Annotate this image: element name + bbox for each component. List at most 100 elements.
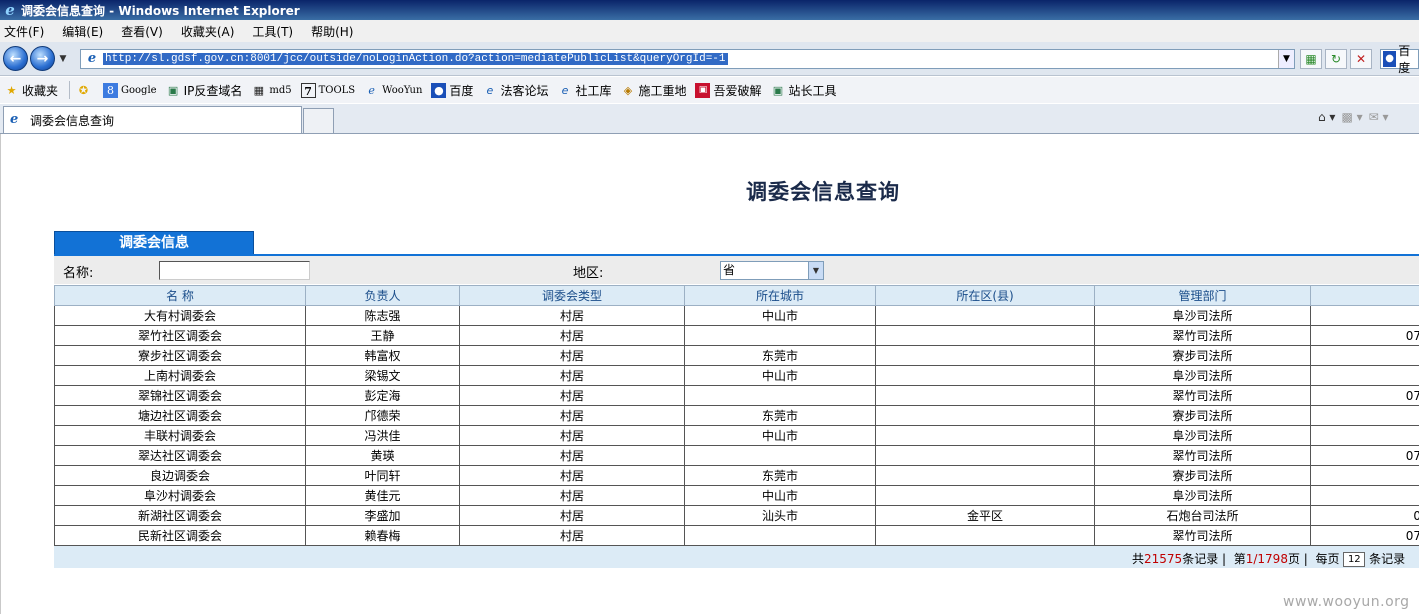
cell-district	[875, 405, 1095, 426]
section-tab[interactable]: 调委会信息	[54, 231, 254, 256]
col-header-type[interactable]: 调委会类型	[459, 285, 685, 306]
table-row[interactable]: 塘边社区调委会 邝德荣 村居 东莞市 寮步司法所	[54, 405, 1419, 426]
col-header-department[interactable]: 管理部门	[1094, 285, 1311, 306]
cell-department: 寮步司法所	[1094, 465, 1311, 486]
cell-city: 东莞市	[684, 345, 876, 366]
table-row[interactable]: 民新社区调委会赖春梅村居 翠竹司法所07	[54, 525, 1419, 546]
menu-view[interactable]: 查看(V)	[121, 23, 163, 40]
table-row[interactable]: 大有村调委会 陈志强 村居 中山市 阜沙司法所	[54, 305, 1419, 326]
cell-type: 村居	[459, 485, 685, 506]
table-row[interactable]: 寮步社区调委会 韩富权 村居 东莞市 寮步司法所	[54, 345, 1419, 366]
search-box[interactable]: ● 百度	[1380, 44, 1419, 75]
cell-type: 村居	[459, 365, 685, 386]
pagination-info: 共21575条记录 | 第1/1798页 | 每页 12 条记录	[1132, 552, 1406, 567]
baidu-paw-icon: ●	[1383, 51, 1397, 67]
fav-tools[interactable]: 7 TOOLS	[300, 82, 355, 98]
page-icon: ▣	[167, 83, 179, 97]
address-dropdown-icon[interactable]: ▼	[1278, 50, 1294, 68]
name-input[interactable]	[159, 261, 310, 280]
cell-leader: 黄瑛	[305, 445, 460, 466]
fav-baidu[interactable]: ● 百度	[431, 82, 473, 99]
menu-file[interactable]: 文件(F)	[4, 23, 44, 40]
cell-department: 翠竹司法所	[1094, 445, 1311, 466]
tab-current[interactable]: e 调委会信息查询	[3, 106, 302, 133]
chevron-down-icon[interactable]: ▼	[808, 262, 823, 279]
table-row[interactable]: 丰联村调委会 冯洪佳 村居 中山市 阜沙司法所	[54, 425, 1419, 446]
menu-edit[interactable]: 编辑(E)	[62, 23, 103, 40]
address-url[interactable]: http://sl.gdsf.gov.cn:8001/jcc/outside/n…	[103, 53, 728, 65]
fav-webmaster-tools[interactable]: ▣ 站长工具	[771, 82, 837, 99]
fav-ip-lookup[interactable]: ▣ IP反查域名	[166, 82, 242, 99]
cell-extra: 07	[1310, 525, 1419, 546]
mail-icon[interactable]: ✉ ▾	[1369, 110, 1389, 124]
fav-sgk[interactable]: e 社工库	[557, 82, 612, 99]
new-tab-button[interactable]	[303, 108, 334, 133]
fav-wooyun[interactable]: e WooYun	[364, 83, 422, 98]
forward-button[interactable]: →	[30, 46, 55, 71]
cell-city	[684, 445, 876, 466]
region-select[interactable]: 省 ▼	[720, 261, 824, 280]
col-header-leader[interactable]: 负责人	[305, 285, 460, 306]
cell-district	[875, 365, 1095, 386]
cell-extra	[1310, 485, 1419, 506]
table-row[interactable]: 翠锦社区调委会彭定海村居 翠竹司法所07	[54, 385, 1419, 406]
region-label: 地区:	[573, 266, 604, 281]
cell-name: 大有村调委会	[54, 305, 306, 326]
cell-district	[875, 305, 1095, 326]
cell-leader: 黄佳元	[305, 485, 460, 506]
fav-52pojie[interactable]: ▣ 吾爱破解	[695, 82, 762, 99]
stop-icon[interactable]: ✕	[1350, 49, 1372, 69]
menu-tools[interactable]: 工具(T)	[252, 23, 293, 40]
fav-google[interactable]: 8 Google	[103, 82, 157, 98]
total-count: 21575	[1144, 552, 1183, 566]
table-row[interactable]: 阜沙村调委会 黄佳元 村居 中山市 阜沙司法所	[54, 485, 1419, 506]
cell-extra: 07	[1310, 325, 1419, 346]
feeds-icon[interactable]: ▩ ▾	[1341, 110, 1362, 124]
cell-extra: 0	[1310, 505, 1419, 526]
favorites-button[interactable]: ★ 收藏夹	[4, 82, 58, 99]
table-row[interactable]: 上南村调委会 梁锡文 村居 中山市 阜沙司法所	[54, 365, 1419, 386]
navigation-bar: ← → ▼ e http://sl.gdsf.gov.cn:8001/jcc/o…	[0, 42, 1419, 76]
history-dropdown-icon[interactable]: ▼	[57, 54, 69, 64]
col-header-name[interactable]: 名 称	[54, 285, 306, 306]
col-header-district[interactable]: 所在区(县)	[875, 285, 1095, 306]
favorites-star-icon: ★	[6, 83, 17, 97]
menu-help[interactable]: 帮助(H)	[311, 23, 353, 40]
refresh-icon[interactable]: ↻	[1325, 49, 1347, 69]
cell-type: 村居	[459, 465, 685, 486]
cell-department: 寮步司法所	[1094, 345, 1311, 366]
cell-district	[875, 425, 1095, 446]
cell-type: 村居	[459, 505, 685, 526]
home-icon[interactable]: ⌂ ▾	[1318, 110, 1335, 124]
table-row[interactable]: 翠达社区调委会黄瑛村居 翠竹司法所07	[54, 445, 1419, 466]
back-button[interactable]: ←	[3, 46, 28, 71]
cell-department: 阜沙司法所	[1094, 305, 1311, 326]
cell-type: 村居	[459, 385, 685, 406]
compat-view-icon[interactable]: ▦	[1300, 49, 1322, 69]
cell-leader: 韩富权	[305, 345, 460, 366]
page-icon: e	[87, 51, 97, 66]
table-row[interactable]: 新湖社区调委会李盛加村居汕头市金平区石炮台司法所0	[54, 505, 1419, 526]
menu-favorites[interactable]: 收藏夹(A)	[181, 23, 235, 40]
baidu-paw-icon: ●	[431, 82, 447, 98]
fav-fake-forum[interactable]: e 法客论坛	[482, 82, 549, 99]
cell-district	[875, 465, 1095, 486]
search-provider-label: 百度	[1398, 44, 1411, 75]
watermark: www.wooyun.org	[1283, 594, 1410, 610]
fav-md5[interactable]: ▦ md5	[251, 83, 292, 98]
window-title: 调委会信息查询 - Windows Internet Explorer	[21, 3, 300, 18]
address-bar[interactable]: e http://sl.gdsf.gov.cn:8001/jcc/outside…	[80, 49, 1295, 69]
pagination-bar: 共21575条记录 | 第1/1798页 | 每页 12 条记录	[54, 546, 1419, 568]
per-page-input[interactable]: 12	[1343, 552, 1366, 567]
cell-leader: 李盛加	[305, 505, 460, 526]
add-favorite-icon[interactable]: ✪	[76, 83, 94, 98]
cell-department: 翠竹司法所	[1094, 385, 1311, 406]
table-row[interactable]: 良边调委会 叶同轩 村居 东莞市 寮步司法所	[54, 465, 1419, 486]
table-row[interactable]: 翠竹社区调委会王静村居 翠竹司法所07	[54, 325, 1419, 346]
cell-extra	[1310, 365, 1419, 386]
cell-leader: 王静	[305, 325, 460, 346]
cell-city: 中山市	[684, 365, 876, 386]
fav-construction[interactable]: ◈ 施工重地	[620, 82, 687, 99]
cell-district	[875, 525, 1095, 546]
col-header-city[interactable]: 所在城市	[684, 285, 876, 306]
